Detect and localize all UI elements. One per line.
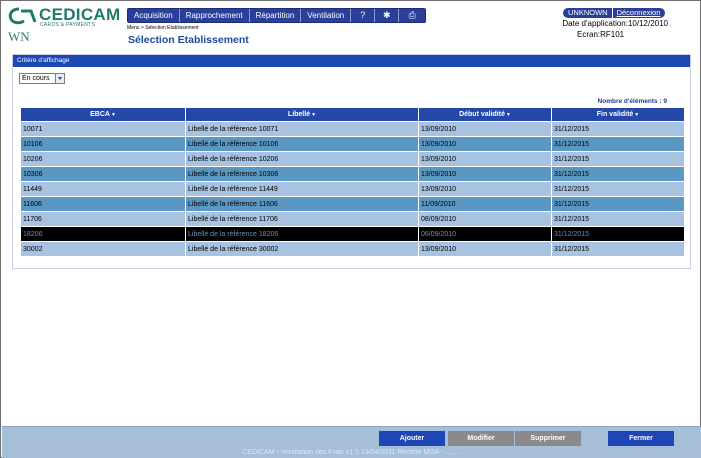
cell-libelle: Libellé de la référence 11706 — [186, 212, 418, 226]
delete-button[interactable]: Supprimer — [515, 431, 581, 446]
user-box: UNKNOWN Déconnexion — [563, 8, 666, 18]
cell-libelle: Libellé de la référence 10071 — [186, 122, 418, 136]
add-button[interactable]: Ajouter — [379, 431, 445, 446]
menu-item-rapprochement[interactable]: Rapprochement — [180, 9, 250, 22]
element-count: Nombre d'éléments : 9 — [597, 98, 667, 105]
table-row-selected[interactable]: 18206 Libellé de la référence 18206 06/0… — [21, 227, 684, 241]
edit-button[interactable]: Modifier — [448, 431, 514, 446]
screen-id: Ecran:RF101 — [577, 30, 625, 39]
cell-debut-validite: 13/09/2010 — [419, 122, 551, 136]
menu-item-repartition[interactable]: Répartition — [250, 9, 302, 22]
cell-debut-validite: 13/09/2010 — [419, 152, 551, 166]
settings-icon[interactable]: ✱ — [375, 9, 400, 22]
column-header-ebca[interactable]: EBCA▼ — [21, 108, 185, 121]
print-icon[interactable]: ⎙ — [399, 9, 425, 22]
cell-libelle: Libellé de la référence 10106 — [186, 137, 418, 151]
cell-fin-validite: 31/12/2015 — [552, 167, 684, 181]
cell-debut-validite: 13/09/2010 — [419, 167, 551, 181]
cell-debut-validite: 13/09/2010 — [419, 182, 551, 196]
cell-libelle: Libellé de la référence 30002 — [186, 242, 418, 256]
sort-icon: ▼ — [505, 112, 511, 118]
cell-ebca: 10306 — [21, 167, 185, 181]
cedicam-logo: CEDICAM CARDS & PAYMENTS — [7, 5, 125, 28]
cell-fin-validite: 31/12/2015 — [552, 137, 684, 151]
footer-version-text: CEDICAM - Ventilation des Frais v1.5 13/… — [242, 449, 461, 456]
menu-item-ventilation[interactable]: Ventilation — [301, 9, 352, 22]
application-date: Date d'application:10/12/2010 — [562, 19, 668, 28]
sort-icon: ▼ — [311, 112, 317, 118]
cell-fin-validite: 31/12/2015 — [552, 197, 684, 211]
table-row[interactable]: 11606 Libellé de la référence 11606 11/0… — [21, 197, 684, 211]
page-title: Sélection Etablissement — [128, 34, 249, 46]
cell-ebca: 30002 — [21, 242, 185, 256]
cell-debut-validite: 08/09/2010 — [419, 212, 551, 226]
chevron-down-icon[interactable] — [55, 74, 64, 83]
logout-link[interactable]: Déconnexion — [613, 8, 661, 18]
panel-title: Critère d'affichage — [13, 55, 690, 67]
column-header-libelle[interactable]: Libellé▼ — [186, 108, 418, 121]
column-header-fin-validite[interactable]: Fin validité▼ — [552, 108, 684, 121]
table-row[interactable]: 30002 Libellé de la référence 30002 13/0… — [21, 242, 684, 256]
table-row[interactable]: 10106 Libellé de la référence 10106 13/0… — [21, 137, 684, 151]
cell-fin-validite: 31/12/2015 — [552, 212, 684, 226]
breadcrumb: Menu > Sélection Etablissement — [127, 25, 199, 31]
cell-libelle: Libellé de la référence 10206 — [186, 152, 418, 166]
display-criteria-panel: Critère d'affichage En cours Nombre d'él… — [12, 54, 691, 269]
cell-fin-validite: 31/12/2015 — [552, 152, 684, 166]
cell-ebca: 18206 — [21, 227, 185, 241]
cell-ebca: 11706 — [21, 212, 185, 226]
status-filter-value: En cours — [22, 75, 50, 82]
cell-libelle: Libellé de la référence 11606 — [186, 197, 418, 211]
cell-debut-validite: 13/09/2010 — [419, 137, 551, 151]
cell-ebca: 11449 — [21, 182, 185, 196]
close-button[interactable]: Fermer — [608, 431, 674, 446]
cell-libelle: Libellé de la référence 11449 — [186, 182, 418, 196]
table-row[interactable]: 10306 Libellé de la référence 10306 13/0… — [21, 167, 684, 181]
menu-item-acquisition[interactable]: Acquisition — [128, 9, 180, 22]
cell-fin-validite: 31/12/2015 — [552, 242, 684, 256]
cell-debut-validite: 06/09/2010 — [419, 227, 551, 241]
table-row[interactable]: 10206 Libellé de la référence 10206 13/0… — [21, 152, 684, 166]
cell-libelle: Libellé de la référence 10306 — [186, 167, 418, 181]
cell-debut-validite: 11/09/2010 — [419, 197, 551, 211]
column-header-debut-validite[interactable]: Début validité▼ — [419, 108, 551, 121]
establishment-table: EBCA▼ Libellé▼ Début validité▼ Fin valid… — [20, 107, 685, 257]
cell-fin-validite: 31/12/2015 — [552, 182, 684, 196]
table-row[interactable]: 10071 Libellé de la référence 10071 13/0… — [21, 122, 684, 136]
cell-ebca: 10071 — [21, 122, 185, 136]
table-row[interactable]: 11706 Libellé de la référence 11706 08/0… — [21, 212, 684, 226]
main-menu: Acquisition Rapprochement Répartition Ve… — [127, 8, 427, 23]
cell-ebca: 10206 — [21, 152, 185, 166]
help-button[interactable]: ? — [351, 9, 376, 22]
footer-bar: Ajouter Modifier Supprimer Fermer CEDICA… — [2, 426, 701, 458]
sort-icon: ▼ — [634, 112, 640, 118]
cell-ebca: 11606 — [21, 197, 185, 211]
cell-libelle: Libellé de la référence 18206 — [186, 227, 418, 241]
table-row[interactable]: 11449 Libellé de la référence 11449 13/0… — [21, 182, 684, 196]
cell-fin-validite: 31/12/2015 — [552, 227, 684, 241]
cell-debut-validite: 13/09/2010 — [419, 242, 551, 256]
cedicam-logo-icon — [8, 7, 37, 25]
sort-icon: ▼ — [110, 112, 116, 118]
user-initials: WN — [8, 29, 30, 44]
user-name: UNKNOWN — [568, 8, 613, 18]
brand-subtitle: CARDS & PAYMENTS — [40, 22, 96, 28]
status-filter-select[interactable]: En cours — [19, 73, 65, 84]
cell-fin-validite: 31/12/2015 — [552, 122, 684, 136]
application-window: CEDICAM CARDS & PAYMENTS WN Acquisition … — [0, 0, 701, 458]
cell-ebca: 10106 — [21, 137, 185, 151]
